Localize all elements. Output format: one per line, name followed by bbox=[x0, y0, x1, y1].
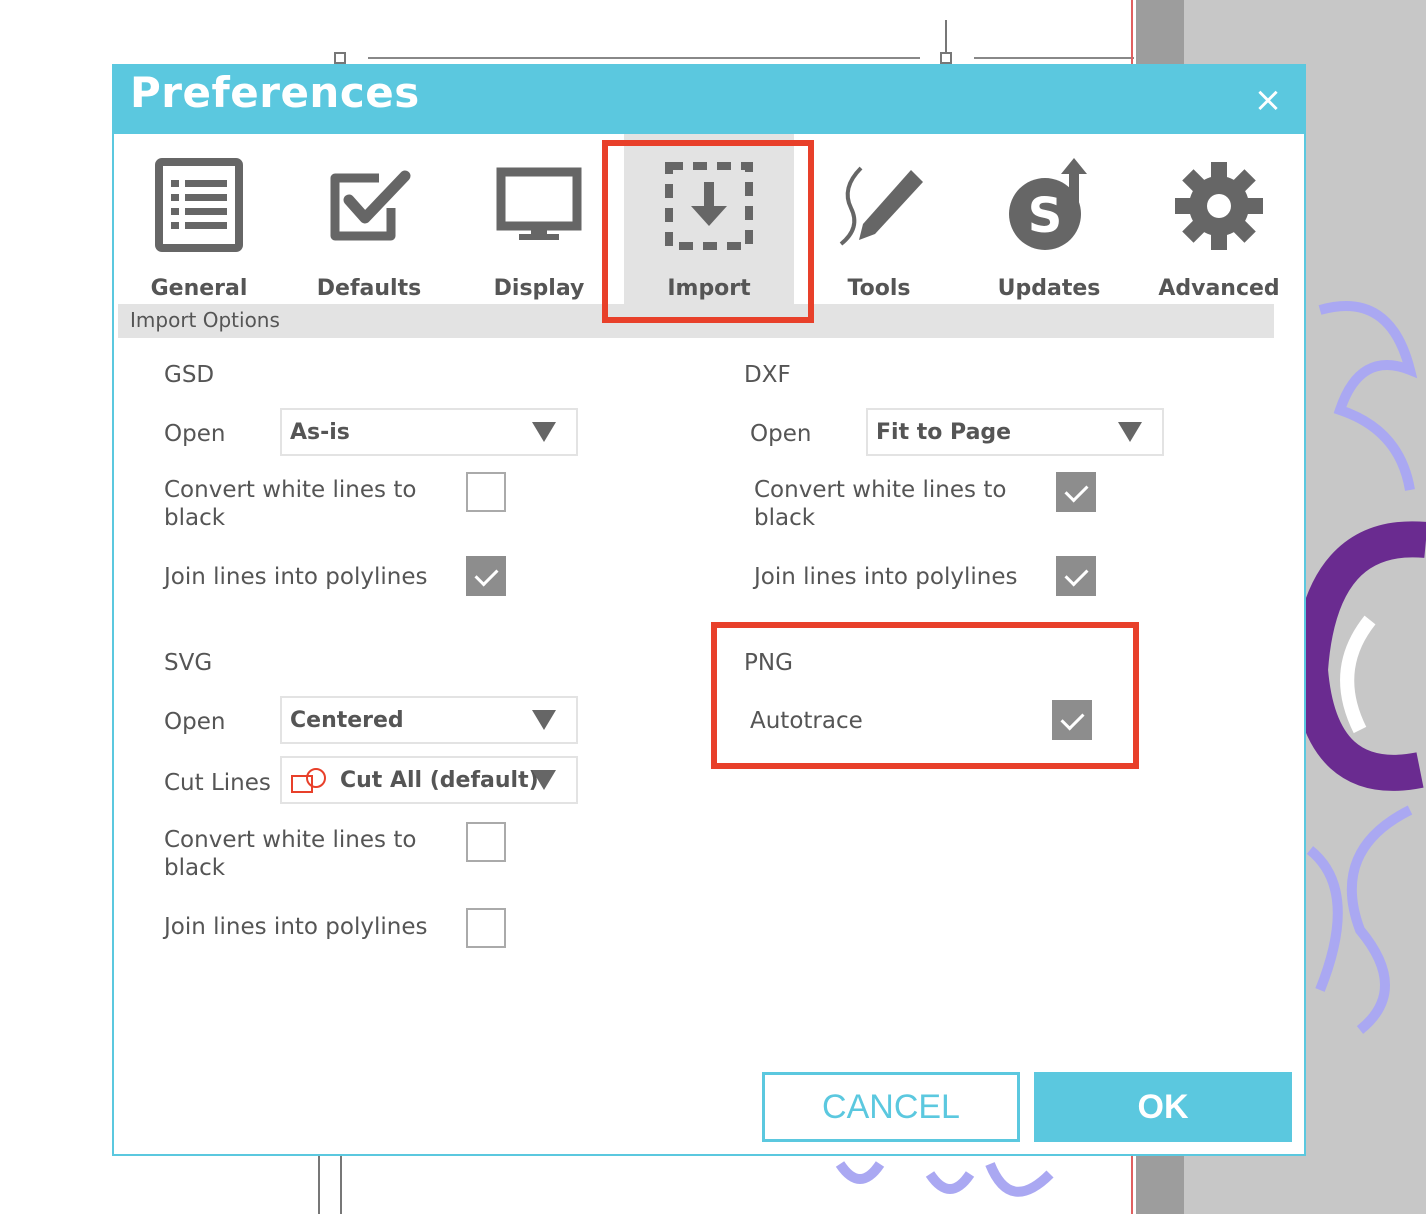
list-icon bbox=[155, 158, 243, 252]
tab-label: Updates bbox=[997, 276, 1101, 301]
dxf-join-checkbox[interactable] bbox=[1056, 556, 1096, 596]
svg-convert-checkbox[interactable] bbox=[466, 822, 506, 862]
dxf-open-label: Open bbox=[750, 421, 812, 447]
svg-cut-lines-label: Cut Lines bbox=[164, 770, 271, 796]
checkbox-icon bbox=[330, 170, 411, 241]
svg-cut-lines-value: Cut All (default) bbox=[340, 768, 539, 793]
tab-label: Display bbox=[493, 276, 585, 301]
gsd-title: GSD bbox=[164, 362, 215, 388]
canvas-guide-line bbox=[945, 20, 947, 52]
gsd-open-select[interactable]: As-is bbox=[280, 408, 578, 456]
canvas-guide-line bbox=[974, 57, 1134, 59]
canvas-artwork bbox=[835, 1161, 1054, 1197]
canvas-guide-line bbox=[318, 1154, 342, 1214]
png-section-highlight bbox=[711, 622, 1139, 769]
cancel-button[interactable]: CANCEL bbox=[762, 1072, 1020, 1142]
gsd-open-label: Open bbox=[164, 421, 226, 447]
ok-button[interactable]: OK bbox=[1034, 1072, 1292, 1142]
pencil-icon bbox=[839, 166, 923, 246]
tab-label: Defaults bbox=[316, 276, 422, 301]
gsd-convert-label: Convert white lines to black bbox=[164, 477, 417, 531]
gsd-join-label: Join lines into polylines bbox=[164, 564, 428, 590]
tab-display[interactable]: Display bbox=[454, 134, 624, 304]
canvas-artwork bbox=[1300, 301, 1426, 1034]
svg-cut-lines-select[interactable]: Cut All (default) bbox=[280, 756, 578, 804]
chevron-down-icon bbox=[532, 422, 556, 442]
svg-open-label: Open bbox=[164, 709, 226, 735]
tab-general[interactable]: General bbox=[114, 134, 284, 304]
svg-join-label: Join lines into polylines bbox=[164, 914, 428, 940]
gsd-join-checkbox[interactable] bbox=[466, 556, 506, 596]
svg-join-checkbox[interactable] bbox=[466, 908, 506, 948]
svg-open-value: Centered bbox=[290, 708, 404, 733]
tab-label: Tools bbox=[847, 276, 911, 301]
tab-defaults[interactable]: Defaults bbox=[284, 134, 454, 304]
svg-text:S: S bbox=[1028, 188, 1063, 244]
gear-icon bbox=[1175, 162, 1263, 250]
svg-convert-label: Convert white lines to black bbox=[164, 827, 417, 881]
tab-label: General bbox=[150, 276, 248, 301]
cut-lines-icon bbox=[291, 768, 326, 793]
dxf-open-value: Fit to Page bbox=[876, 420, 1012, 445]
gsd-open-value: As-is bbox=[290, 420, 350, 445]
dxf-convert-checkbox[interactable] bbox=[1056, 472, 1096, 512]
tab-label: Advanced bbox=[1158, 276, 1280, 301]
close-button[interactable]: × bbox=[1250, 82, 1286, 118]
canvas-guide-line bbox=[368, 57, 920, 59]
dxf-title: DXF bbox=[744, 362, 791, 388]
tab-tools[interactable]: Tools bbox=[794, 134, 964, 304]
close-icon: × bbox=[1253, 80, 1283, 120]
svg-open-select[interactable]: Centered bbox=[280, 696, 578, 744]
dxf-open-select[interactable]: Fit to Page bbox=[866, 408, 1164, 456]
dialog-title: Preferences bbox=[130, 68, 420, 117]
gsd-convert-checkbox[interactable] bbox=[466, 472, 506, 512]
dialog-titlebar: Preferences × bbox=[114, 66, 1304, 134]
tab-updates[interactable]: S Updates bbox=[964, 134, 1134, 304]
selection-handle[interactable] bbox=[940, 52, 952, 64]
dxf-join-label: Join lines into polylines bbox=[754, 564, 1018, 590]
chevron-down-icon bbox=[1118, 422, 1142, 442]
chevron-down-icon bbox=[532, 710, 556, 730]
chevron-down-icon bbox=[532, 770, 556, 790]
tab-advanced[interactable]: Advanced bbox=[1134, 134, 1304, 304]
import-tab-highlight bbox=[602, 140, 814, 323]
updates-icon: S bbox=[1009, 158, 1087, 250]
monitor-icon bbox=[496, 167, 582, 240]
svg-title: SVG bbox=[164, 650, 213, 676]
selection-handle[interactable] bbox=[334, 52, 346, 64]
dxf-convert-label: Convert white lines to black bbox=[754, 477, 1007, 531]
